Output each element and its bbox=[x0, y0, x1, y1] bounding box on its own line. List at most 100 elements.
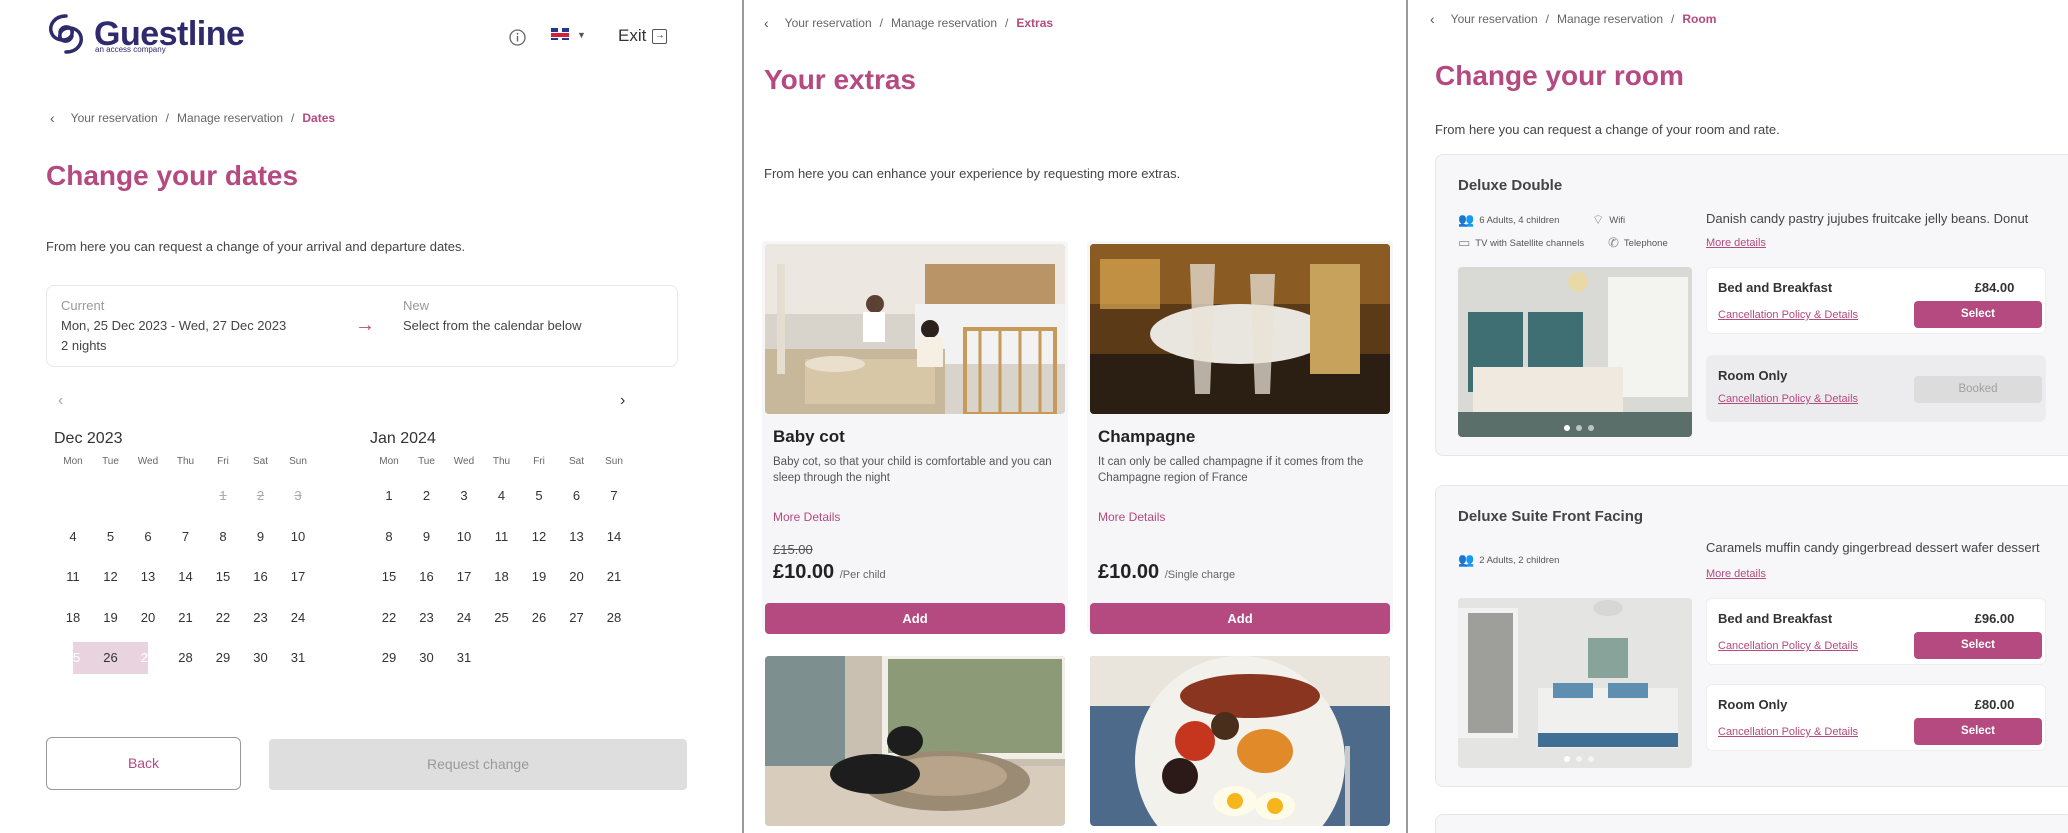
uk-flag-icon[interactable] bbox=[551, 28, 569, 40]
calendar-day[interactable]: 5 bbox=[520, 480, 558, 512]
calendar-day[interactable]: 16 bbox=[408, 561, 446, 593]
chevron-left-icon[interactable]: ‹ bbox=[1430, 11, 1435, 27]
calendar-day[interactable]: 12 bbox=[92, 561, 130, 593]
cancellation-policy-link[interactable]: Cancellation Policy & Details bbox=[1718, 640, 1858, 652]
calendar-day[interactable]: 11 bbox=[54, 561, 92, 593]
more-details-link[interactable]: More details bbox=[1706, 237, 1766, 249]
breadcrumb-item[interactable]: Manage reservation bbox=[177, 111, 283, 125]
calendar-day[interactable]: 21 bbox=[595, 561, 633, 593]
calendar-day[interactable]: 23 bbox=[408, 602, 446, 634]
cancellation-policy-link[interactable]: Cancellation Policy & Details bbox=[1718, 726, 1858, 738]
info-icon[interactable] bbox=[509, 29, 526, 46]
calendar-day[interactable]: 20 bbox=[558, 561, 596, 593]
guestline-logo[interactable]: Guestline an access company bbox=[44, 12, 245, 56]
calendar-day[interactable]: 18 bbox=[483, 561, 521, 593]
next-month-chevron-icon[interactable]: › bbox=[620, 392, 625, 410]
request-change-button[interactable]: Request change bbox=[269, 739, 687, 790]
select-button[interactable]: Select bbox=[1914, 632, 2042, 659]
calendar-day[interactable]: 17 bbox=[279, 561, 317, 593]
select-button[interactable]: Select bbox=[1914, 718, 2042, 745]
room-image[interactable] bbox=[1458, 598, 1692, 768]
calendar-day[interactable]: 12 bbox=[520, 521, 558, 553]
breadcrumb-item[interactable]: Manage reservation bbox=[1557, 12, 1663, 26]
calendar-day[interactable]: 9 bbox=[408, 521, 446, 553]
calendar-day[interactable]: 3 bbox=[445, 480, 483, 512]
calendar-day[interactable]: 13 bbox=[558, 521, 596, 553]
calendar-day[interactable]: 15 bbox=[204, 561, 242, 593]
calendar-day[interactable]: 22 bbox=[370, 602, 408, 634]
calendar-day[interactable]: 6 bbox=[558, 480, 596, 512]
calendar-day[interactable]: 19 bbox=[92, 602, 130, 634]
calendar-day[interactable]: 5 bbox=[92, 521, 130, 553]
calendar-day[interactable]: 8 bbox=[370, 521, 408, 553]
calendar-day[interactable]: 14 bbox=[595, 521, 633, 553]
calendar-day[interactable]: 25 bbox=[54, 641, 92, 675]
exit-button[interactable]: Exit → bbox=[618, 26, 668, 46]
calendar-day[interactable]: 4 bbox=[483, 480, 521, 512]
calendar-day[interactable]: 10 bbox=[279, 521, 317, 553]
calendar-day[interactable]: 22 bbox=[204, 602, 242, 634]
weekday-label: Sun bbox=[605, 456, 623, 467]
calendar-day[interactable]: 14 bbox=[167, 561, 205, 593]
calendar-day[interactable]: 9 bbox=[242, 521, 280, 553]
guests-icon: 👥 bbox=[1458, 552, 1475, 567]
calendar-day[interactable]: 1 bbox=[370, 480, 408, 512]
carousel-dots[interactable] bbox=[1564, 425, 1594, 431]
calendar-day[interactable]: 28 bbox=[167, 642, 205, 674]
more-details-link[interactable]: More details bbox=[1706, 568, 1766, 580]
calendar-day[interactable]: 7 bbox=[167, 521, 205, 553]
calendar-day[interactable]: 24 bbox=[279, 602, 317, 634]
calendar-day[interactable]: 13 bbox=[129, 561, 167, 593]
calendar-day[interactable]: 31 bbox=[279, 642, 317, 674]
calendar-day[interactable]: 30 bbox=[408, 642, 446, 674]
calendar-day[interactable]: 31 bbox=[445, 642, 483, 674]
calendar-day[interactable]: 6 bbox=[129, 521, 167, 553]
calendar-day[interactable]: 19 bbox=[520, 561, 558, 593]
calendar-day[interactable]: 27 bbox=[129, 641, 167, 675]
room-image[interactable] bbox=[1458, 267, 1692, 437]
more-details-link[interactable]: More Details bbox=[773, 510, 840, 524]
extras-panel: ‹ Your reservation / Manage reservation … bbox=[744, 0, 1406, 833]
calendar-day[interactable]: 11 bbox=[483, 521, 521, 553]
add-button[interactable]: Add bbox=[765, 603, 1065, 634]
chevron-left-icon[interactable]: ‹ bbox=[50, 110, 55, 126]
calendar-day[interactable]: 4 bbox=[54, 521, 92, 553]
rate-option: Bed and Breakfast £84.00 Cancellation Po… bbox=[1706, 267, 2046, 334]
add-button[interactable]: Add bbox=[1090, 603, 1390, 634]
more-details-link[interactable]: More Details bbox=[1098, 510, 1165, 524]
breadcrumb-item[interactable]: Your reservation bbox=[1451, 12, 1538, 26]
calendar-day[interactable]: 24 bbox=[445, 602, 483, 634]
select-button[interactable]: Select bbox=[1914, 301, 2042, 328]
calendar-day[interactable]: 21 bbox=[167, 602, 205, 634]
calendar-day[interactable]: 17 bbox=[445, 561, 483, 593]
calendar-day[interactable]: 18 bbox=[54, 602, 92, 634]
chevron-down-icon[interactable]: ▼ bbox=[577, 30, 586, 40]
calendar-day[interactable]: 28 bbox=[595, 602, 633, 634]
calendar-day[interactable]: 26 bbox=[520, 602, 558, 634]
breadcrumb-item[interactable]: Your reservation bbox=[785, 16, 872, 30]
calendar-day[interactable]: 7 bbox=[595, 480, 633, 512]
prev-month-chevron-icon[interactable]: ‹ bbox=[58, 392, 63, 410]
calendar-day[interactable]: 2 bbox=[408, 480, 446, 512]
chevron-left-icon[interactable]: ‹ bbox=[764, 15, 769, 31]
calendar-day[interactable]: 20 bbox=[129, 602, 167, 634]
calendar-day[interactable]: 23 bbox=[242, 602, 280, 634]
calendar-day[interactable]: 29 bbox=[204, 642, 242, 674]
current-dates: Mon, 25 Dec 2023 - Wed, 27 Dec 2023 bbox=[61, 318, 287, 333]
calendar-day[interactable]: 27 bbox=[558, 602, 596, 634]
calendar-day[interactable]: 30 bbox=[242, 642, 280, 674]
calendar-day[interactable]: 15 bbox=[370, 561, 408, 593]
back-button[interactable]: Back bbox=[46, 737, 241, 790]
breadcrumb-item[interactable]: Manage reservation bbox=[891, 16, 997, 30]
calendar-day[interactable]: 29 bbox=[370, 642, 408, 674]
breadcrumb-item[interactable]: Your reservation bbox=[71, 111, 158, 125]
calendar-day[interactable]: 8 bbox=[204, 521, 242, 553]
carousel-dots[interactable] bbox=[1564, 756, 1594, 762]
booked-button[interactable]: Booked bbox=[1914, 376, 2042, 403]
cancellation-policy-link[interactable]: Cancellation Policy & Details bbox=[1718, 309, 1858, 321]
calendar-day[interactable]: 16 bbox=[242, 561, 280, 593]
calendar-day[interactable]: 26 bbox=[92, 642, 130, 674]
cancellation-policy-link[interactable]: Cancellation Policy & Details bbox=[1718, 393, 1858, 405]
calendar-day[interactable]: 10 bbox=[445, 521, 483, 553]
calendar-day[interactable]: 25 bbox=[483, 602, 521, 634]
